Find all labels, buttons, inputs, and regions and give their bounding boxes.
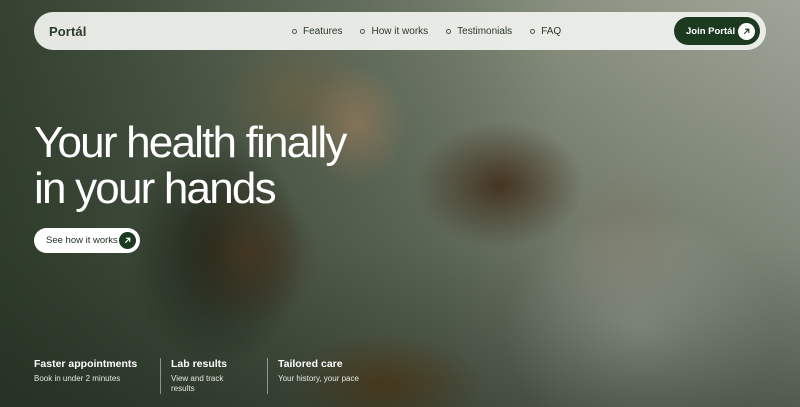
headline-line-2: in your hands [34,164,277,213]
nav-link-how-it-works[interactable]: How it works [360,26,428,37]
see-how-it-works-button[interactable]: See how it works [34,228,140,253]
nav-link-label: How it works [371,25,429,37]
feature-item: Tailored care Your history, your pace [267,358,387,394]
arrow-up-right-icon [119,232,136,249]
nav-link-testimonials[interactable]: Testimonials [446,26,512,37]
feature-item: Lab results View and track results [160,358,267,394]
nav-link-features[interactable]: Features [292,26,342,37]
nav-links: Features How it works Testimonials FAQ [292,12,561,50]
feature-highlights: Faster appointments Book in under 2 minu… [34,358,387,394]
feature-title: Lab results [171,358,228,370]
join-button-label: Join Portál [686,25,736,37]
headline-line-1: Your health finally [34,118,347,167]
feature-item: Faster appointments Book in under 2 minu… [34,358,160,394]
arrow-up-right-icon [738,22,755,40]
nav-link-label: Features [303,25,343,37]
nav-link-label: Testimonials [457,25,513,37]
navbar: Portál Features How it works Testimonial… [34,12,766,50]
feature-desc: Your history, your pace [278,374,359,383]
logo[interactable]: Portál [49,24,86,39]
nav-link-label: FAQ [541,25,562,37]
cta-label: See how it works [46,235,118,246]
feature-title: Faster appointments [34,358,138,370]
circle-outline-icon [292,28,297,34]
nav-link-faq[interactable]: FAQ [530,26,561,37]
circle-outline-icon [360,28,366,34]
feature-desc: Book in under 2 minutes [34,374,121,383]
feature-desc: View and track results [171,374,224,393]
join-button[interactable]: Join Portál [674,17,760,45]
circle-outline-icon [446,28,452,34]
hero-headline: Your health finally in your hands [34,120,394,212]
circle-outline-icon [530,28,536,34]
feature-title: Tailored care [278,358,343,370]
